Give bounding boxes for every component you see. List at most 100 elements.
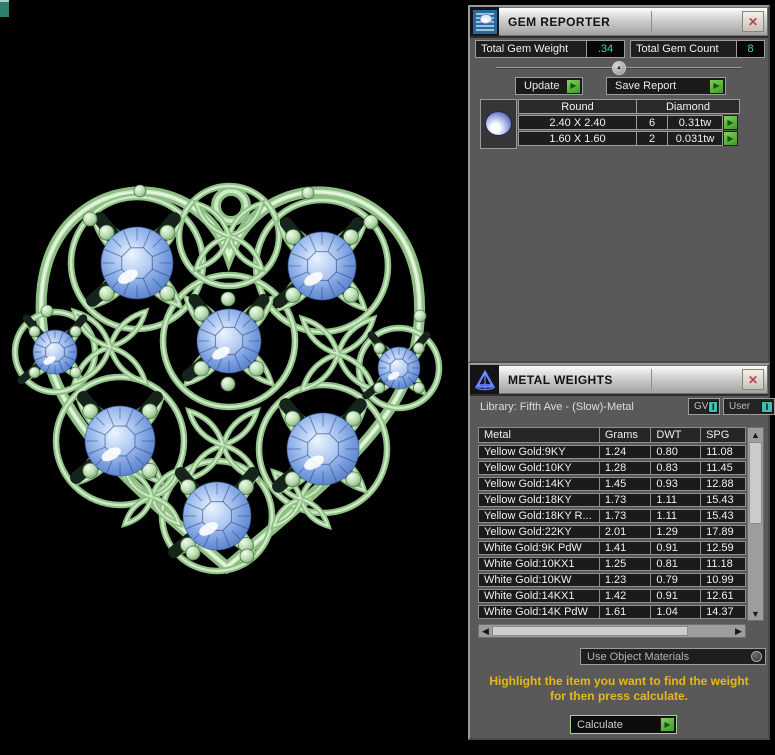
metal-name: White Gold:14K PdW [478, 605, 600, 619]
collapse-up-icon: ▲ [616, 65, 622, 71]
app-window: GEM REPORTER ✕ Total Gem Weight .34 Tota… [0, 0, 775, 755]
total-gem-weight-label: Total Gem Weight [475, 40, 587, 58]
go-arrow-icon[interactable]: ▶ [566, 78, 581, 94]
metal-table-row[interactable]: Yellow Gold:18KY R... 1.73 1.11 15.43 [478, 509, 746, 523]
gem-reporter-icon [470, 7, 499, 36]
viewport-corner-widget [0, 0, 9, 17]
gem-table-row: 1.60 X 1.60 2 0.031tw ▶ [518, 131, 740, 146]
user-indicator-icon[interactable]: I [761, 400, 773, 413]
metal-weights-titlebar[interactable]: METAL WEIGHTS ✕ [470, 365, 768, 396]
total-gem-weight-value: .34 [587, 40, 625, 58]
update-label: Update [524, 80, 560, 92]
gem-shape-header: Round [518, 99, 637, 114]
metal-grams: 1.61 [598, 605, 652, 619]
calculate-label: Calculate [577, 718, 623, 731]
gv-button[interactable]: GV I [688, 398, 720, 415]
save-report-button[interactable]: Save Report ▶ [606, 77, 726, 95]
calculate-button[interactable]: Calculate ▶ [570, 715, 677, 734]
go-arrow-icon[interactable]: ▶ [660, 717, 675, 732]
close-icon[interactable]: ✕ [742, 11, 764, 32]
metal-spg: 11.08 [700, 445, 746, 459]
metal-table-row[interactable]: Yellow Gold:18KY 1.73 1.11 15.43 [478, 493, 746, 507]
go-arrow-icon[interactable]: ▶ [723, 131, 738, 146]
instruction-text: Highlight the item you want to find the … [470, 674, 768, 704]
gem-reporter-titlebar[interactable]: GEM REPORTER ✕ [470, 7, 768, 38]
dropdown-indicator-icon[interactable] [751, 651, 762, 662]
metal-dwt: 0.91 [650, 541, 702, 555]
go-arrow-icon[interactable]: ▶ [723, 115, 738, 130]
total-gem-count-value: 8 [737, 40, 765, 58]
use-object-materials-dropdown[interactable]: Use Object Materials [580, 648, 766, 665]
metal-table-row[interactable]: Yellow Gold:22KY 2.01 1.29 17.89 [478, 525, 746, 539]
gem-count: 6 [636, 115, 668, 130]
metal-table-row[interactable]: Yellow Gold:14KY 1.45 0.93 12.88 [478, 477, 746, 491]
metal-name: Yellow Gold:9KY [478, 445, 600, 459]
metal-grams: 1.25 [598, 557, 652, 571]
3d-viewport[interactable] [0, 0, 465, 755]
gem-reporter-panel: GEM REPORTER ✕ Total Gem Weight .34 Tota… [468, 5, 770, 363]
horizontal-scrollbar[interactable]: ◀ ▶ [478, 624, 746, 638]
metal-weights-titlebar-surface: METAL WEIGHTS ✕ [499, 365, 768, 394]
collapse-button[interactable]: ▲ [612, 61, 626, 75]
use-object-materials-label: Use Object Materials [587, 650, 690, 663]
metal-weights-panel: METAL WEIGHTS ✕ Library: Fifth Ave - (Sl… [468, 363, 775, 740]
scroll-right-icon[interactable]: ▶ [732, 625, 745, 637]
scroll-down-icon[interactable]: ▼ [748, 607, 763, 620]
metal-col-header: Metal [478, 427, 600, 443]
metal-name: Yellow Gold:18KY [478, 493, 600, 507]
scroll-left-icon[interactable]: ◀ [479, 625, 492, 637]
instruction-line1: Highlight the item you want to find the … [489, 674, 749, 688]
user-button[interactable]: User I [723, 398, 775, 415]
dwt-col-header: DWT [650, 427, 702, 443]
metal-spg: 15.43 [700, 509, 746, 523]
metal-name: White Gold:9K PdW [478, 541, 600, 555]
metal-spg: 11.45 [700, 461, 746, 475]
close-icon[interactable]: ✕ [742, 369, 764, 390]
metal-spg: 15.43 [700, 493, 746, 507]
metal-grams: 1.41 [598, 541, 652, 555]
heart-pendant-render [11, 182, 443, 575]
save-report-label: Save Report [615, 80, 677, 92]
gem-type-header: Diamond [636, 99, 740, 114]
metal-name: White Gold:14KX1 [478, 589, 600, 603]
titlebar-divider [651, 11, 652, 32]
metal-dwt: 1.29 [650, 525, 702, 539]
gem-weight: 0.31tw [667, 115, 723, 130]
metal-name: White Gold:10KX1 [478, 557, 600, 571]
gem-table-header: Round Diamond [518, 99, 740, 114]
gem-thumbnail [480, 99, 517, 149]
metal-name: White Gold:10KW [478, 573, 600, 587]
metal-grams: 1.23 [598, 573, 652, 587]
go-arrow-icon[interactable]: ▶ [709, 78, 724, 94]
metal-table-row[interactable]: Yellow Gold:10KY 1.28 0.83 11.45 [478, 461, 746, 475]
vertical-scrollbar[interactable]: ▲ ▼ [747, 427, 764, 621]
metal-spg: 14.37 [700, 605, 746, 619]
metal-table-row[interactable]: White Gold:10KX1 1.25 0.81 11.18 [478, 557, 746, 571]
metal-dwt: 1.04 [650, 605, 702, 619]
scrollbar-thumb[interactable] [749, 442, 762, 524]
metal-dwt: 0.80 [650, 445, 702, 459]
gv-indicator-icon[interactable]: I [708, 400, 718, 413]
metal-grams: 1.73 [598, 509, 652, 523]
metal-grams: 1.42 [598, 589, 652, 603]
metal-grams: 1.45 [598, 477, 652, 491]
metal-table-row[interactable]: White Gold:14K PdW 1.61 1.04 14.37 [478, 605, 746, 619]
metal-table-row[interactable]: White Gold:10KW 1.23 0.79 10.99 [478, 573, 746, 587]
metal-spg: 12.59 [700, 541, 746, 555]
scroll-up-icon[interactable]: ▲ [748, 428, 763, 441]
metal-table-row[interactable]: White Gold:9K PdW 1.41 0.91 12.59 [478, 541, 746, 555]
library-label: Library: Fifth Ave - (Slow)-Metal [480, 401, 634, 413]
library-row: Library: Fifth Ave - (Slow)-Metal GV I U… [480, 398, 775, 416]
scrollbar-thumb[interactable] [492, 626, 688, 636]
metal-name: Yellow Gold:14KY [478, 477, 600, 491]
update-button[interactable]: Update ▶ [515, 77, 583, 95]
metal-table-header: Metal Grams DWT SPG [478, 427, 746, 443]
metal-table-row[interactable]: White Gold:14KX1 1.42 0.91 12.61 [478, 589, 746, 603]
metal-table-row[interactable]: Yellow Gold:9KY 1.24 0.80 11.08 [478, 445, 746, 459]
gem-size: 1.60 X 1.60 [518, 131, 637, 146]
metal-dwt: 0.79 [650, 573, 702, 587]
metal-grams: 2.01 [598, 525, 652, 539]
metal-dwt: 0.91 [650, 589, 702, 603]
total-gem-count-label: Total Gem Count [630, 40, 737, 58]
metal-name: Yellow Gold:18KY R... [478, 509, 600, 523]
